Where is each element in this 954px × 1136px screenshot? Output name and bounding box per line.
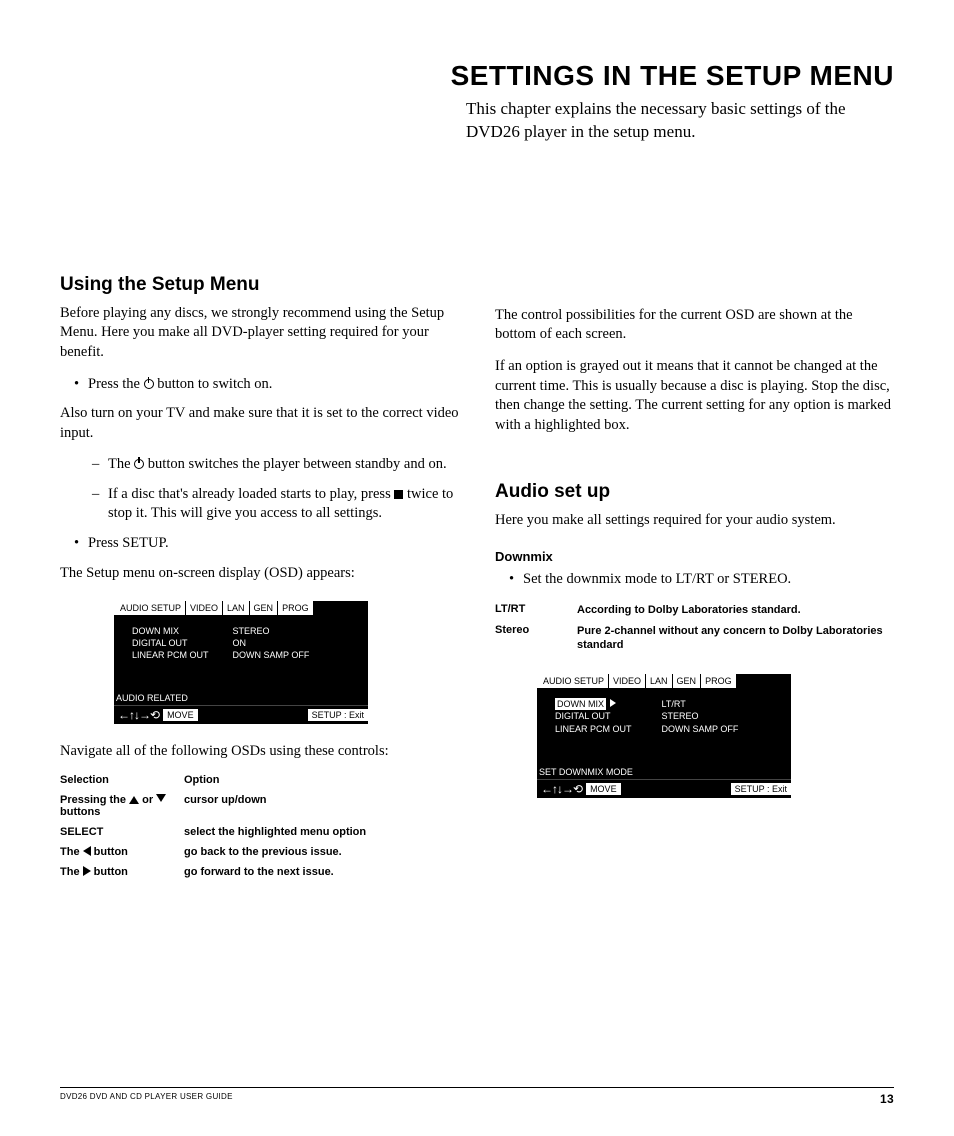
page-title: SETTINGS IN THE SETUP MENU (60, 60, 894, 92)
osd-tab: PROG (701, 674, 736, 688)
right-arrow-icon (610, 699, 616, 707)
osd-row: STEREO (233, 625, 310, 637)
page-intro: This chapter explains the necessary basi… (466, 98, 894, 144)
osd-move-label: MOVE (586, 783, 621, 795)
osd-move-label: MOVE (163, 709, 198, 721)
list-item: The button switches the player between s… (60, 455, 459, 475)
osd-tab: LAN (223, 601, 249, 615)
osd-status: AUDIO RELATED (114, 691, 368, 705)
table-cell: go forward to the next issue. (184, 866, 459, 878)
arrow-icons: ←↑↓→⟲ (537, 780, 586, 798)
osd-tab: VIDEO (186, 601, 222, 615)
right-arrow-icon (83, 866, 91, 876)
osd-row: STEREO (662, 710, 739, 722)
osd-tab: LAN (646, 674, 672, 688)
body-text: Here you make all settings required for … (495, 511, 894, 531)
right-column: The control possibilities for the curren… (495, 274, 894, 886)
table-cell: cursor up/down (184, 794, 459, 818)
table-cell: Stereo (495, 624, 577, 653)
osd-row: DOWN MIX (132, 625, 209, 637)
osd-tab: AUDIO SETUP (537, 674, 608, 688)
osd-screenshot-2: AUDIO SETUP VIDEO LAN GEN PROG DOWN MIX … (537, 674, 791, 797)
table-cell: select the highlighted menu option (184, 826, 459, 838)
table-cell: LT/RT (495, 603, 577, 617)
osd-screenshot-1: AUDIO SETUP VIDEO LAN GEN PROG DOWN MIX … (114, 601, 368, 724)
osd-exit-label: SETUP : Exit (308, 709, 368, 721)
table-cell: According to Dolby Laboratories standard… (577, 603, 894, 617)
osd-row: DIGITAL OUT (555, 710, 632, 722)
list-item: Press the button to switch on. (60, 375, 459, 395)
table-cell: Pure 2-channel without any concern to Do… (577, 624, 894, 653)
osd-row: DOWN SAMP OFF (233, 649, 310, 661)
downmix-table: LT/RT According to Dolby Laboratories st… (495, 603, 894, 652)
body-text: The control possibilities for the curren… (495, 306, 894, 345)
controls-table: Selection Option Pressing the or buttons… (60, 774, 459, 878)
table-cell: The button (60, 866, 184, 878)
list-item: Press SETUP. (60, 534, 459, 554)
list-item: If a disc that's already loaded starts t… (60, 485, 459, 524)
table-header: Selection (60, 774, 184, 786)
table-header: Option (184, 774, 459, 786)
osd-row: DOWN SAMP OFF (662, 723, 739, 735)
audio-setup-heading: Audio set up (495, 481, 894, 503)
osd-row: LT/RT (662, 698, 739, 710)
downmix-heading: Downmix (495, 549, 894, 564)
table-cell: Pressing the or buttons (60, 794, 184, 818)
body-text: If an option is grayed out it means that… (495, 357, 894, 435)
using-setup-menu-heading: Using the Setup Menu (60, 274, 459, 296)
osd-tab: GEN (673, 674, 701, 688)
down-arrow-icon (156, 794, 166, 802)
power-icon (144, 379, 154, 389)
osd-row: LINEAR PCM OUT (132, 649, 209, 661)
page-footer: DVD26 DVD AND CD PLAYER USER GUIDE 13 (60, 1087, 894, 1106)
osd-exit-label: SETUP : Exit (731, 783, 791, 795)
osd-tab: VIDEO (609, 674, 645, 688)
osd-tab: AUDIO SETUP (114, 601, 185, 615)
page-number: 13 (880, 1092, 894, 1106)
osd-tab: GEN (250, 601, 278, 615)
body-text: Before playing any discs, we strongly re… (60, 304, 459, 363)
footer-guide-label: DVD26 DVD AND CD PLAYER USER GUIDE (60, 1092, 233, 1106)
up-arrow-icon (129, 796, 139, 804)
osd-row: ON (233, 637, 310, 649)
table-cell: The button (60, 846, 184, 858)
stop-icon (394, 490, 403, 499)
left-column: Using the Setup Menu Before playing any … (60, 274, 459, 886)
osd-tab: PROG (278, 601, 313, 615)
arrow-icons: ←↑↓→⟲ (114, 706, 163, 724)
osd-row: LINEAR PCM OUT (555, 723, 632, 735)
body-text: The Setup menu on-screen display (OSD) a… (60, 564, 459, 584)
osd-row: DIGITAL OUT (132, 637, 209, 649)
osd-status: SET DOWNMIX MODE (537, 765, 791, 779)
body-text: Also turn on your TV and make sure that … (60, 404, 459, 443)
table-cell: go back to the previous issue. (184, 846, 459, 858)
left-arrow-icon (83, 846, 91, 856)
table-cell: SELECT (60, 826, 184, 838)
power-icon (134, 459, 144, 469)
body-text: Navigate all of the following OSDs using… (60, 742, 459, 762)
list-item: Set the downmix mode to LT/RT or STEREO. (495, 570, 894, 590)
osd-row: DOWN MIX (555, 698, 632, 710)
